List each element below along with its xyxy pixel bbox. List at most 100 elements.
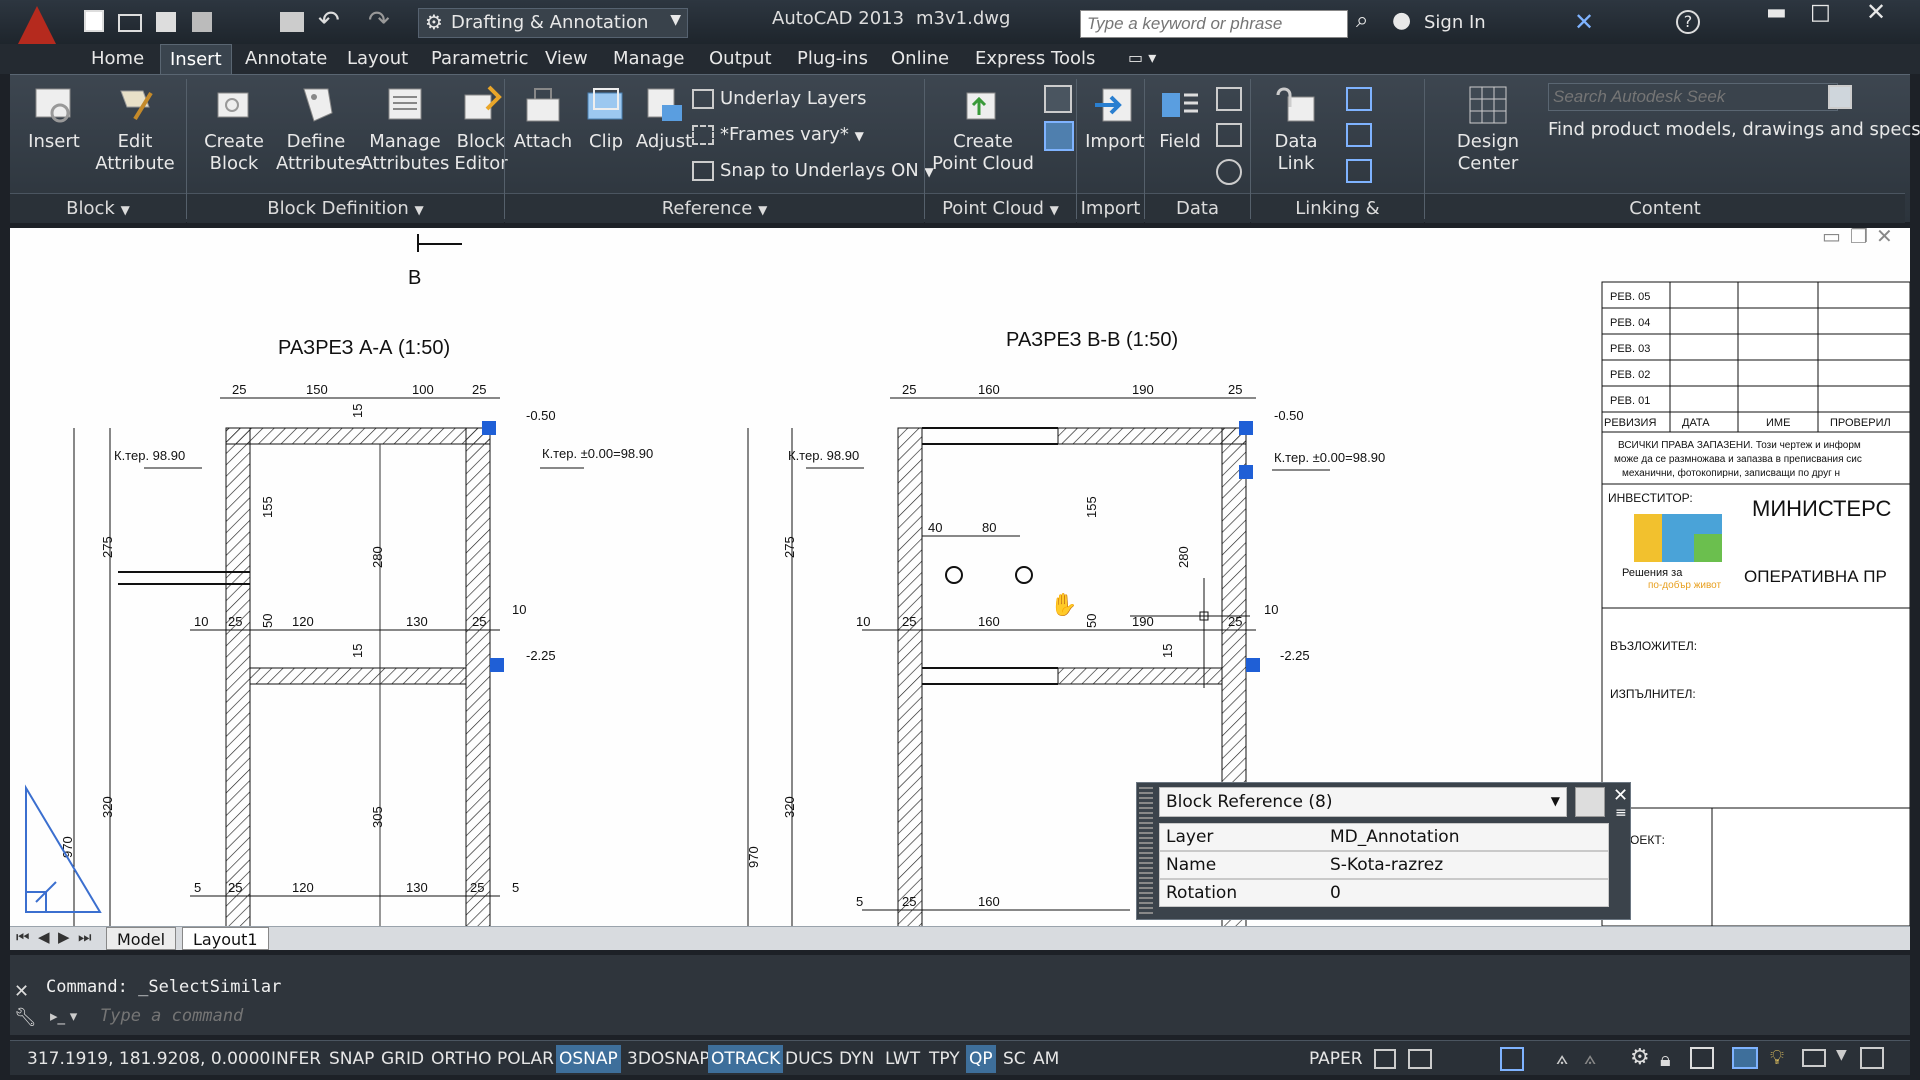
lightbulb-icon[interactable]: 💡︎ <box>1770 1045 1784 1069</box>
annotation-visibility-icon[interactable]: ⟑ <box>1584 1045 1596 1069</box>
panel-block-definition-label[interactable]: Block Definition ▼ <box>187 193 504 223</box>
tab-model[interactable]: Model <box>106 927 177 950</box>
import-button[interactable]: Import <box>1078 83 1152 153</box>
tab-layout1[interactable]: Layout1 <box>182 927 269 950</box>
undo-icon[interactable]: ↶ <box>318 6 340 36</box>
tab-annotate[interactable]: Annotate <box>236 44 336 74</box>
prop-row-name[interactable]: Name S-Kota-razrez <box>1159 851 1609 879</box>
grip-handle[interactable] <box>1239 465 1253 479</box>
toggle-grid[interactable]: GRID <box>378 1045 427 1073</box>
field-button[interactable]: Field <box>1150 83 1210 153</box>
hyperlink-icon[interactable] <box>1216 159 1242 185</box>
toggle-otrack[interactable]: OTRACK <box>708 1045 784 1073</box>
last-tab-icon[interactable]: ⏭ <box>78 928 92 946</box>
command-close-icon[interactable]: ✕ <box>14 981 29 1002</box>
upload-to-source-icon[interactable] <box>1346 87 1372 111</box>
first-tab-icon[interactable]: ⏮ <box>16 928 30 946</box>
open-icon[interactable] <box>118 14 142 32</box>
folder-icon[interactable] <box>1802 1049 1826 1067</box>
toggle-ducs[interactable]: DUCS <box>782 1045 836 1073</box>
tab-express-tools[interactable]: Express Tools <box>966 44 1104 74</box>
attach-button[interactable]: Attach <box>508 83 578 153</box>
prop-row-layer[interactable]: Layer MD_Annotation <box>1159 823 1609 851</box>
viewport-close-icon[interactable]: ✕ <box>1876 228 1893 248</box>
grip-handle[interactable] <box>490 658 504 672</box>
toggle-osnap[interactable]: OSNAP <box>556 1045 621 1073</box>
block-editor-button[interactable]: Block Editor <box>446 83 516 175</box>
point-cloud-active-icon[interactable] <box>1044 121 1074 151</box>
snap-underlays-dropdown[interactable]: Snap to Underlays ON ▼ <box>692 157 934 185</box>
next-tab-icon[interactable]: ▶ <box>58 928 70 946</box>
status-menu-icon[interactable]: ▼ <box>1836 1047 1847 1063</box>
ribbon-options-icon[interactable]: ▭ ▾ <box>1128 48 1156 67</box>
isolate-objects-icon[interactable] <box>1732 1047 1758 1069</box>
insert-button[interactable]: Insert <box>14 83 94 153</box>
toggle-3dosnap[interactable]: 3DOSNAP <box>624 1045 713 1073</box>
toggle-snap[interactable]: SNAP <box>326 1045 377 1073</box>
tab-layout[interactable]: Layout <box>338 44 417 74</box>
coordinates-display[interactable]: 317.1919, 181.9208, 0.0000 <box>24 1045 273 1073</box>
toggle-lwt[interactable]: LWT <box>882 1045 923 1073</box>
prop-row-rotation[interactable]: Rotation 0 <box>1159 879 1609 907</box>
close-icon[interactable]: ✕ <box>1866 0 1886 26</box>
quick-view-layouts-icon[interactable] <box>1374 1049 1396 1069</box>
tab-parametric[interactable]: Parametric <box>422 44 537 74</box>
clean-screen-icon[interactable] <box>1860 1047 1884 1069</box>
grip-handle[interactable] <box>1246 658 1260 672</box>
annotation-scale-icon[interactable]: ⟑ <box>1556 1045 1568 1069</box>
grip-handle[interactable] <box>1239 421 1253 435</box>
sign-in-button[interactable]: Sign In <box>1424 12 1486 33</box>
maximize-icon[interactable]: □ <box>1810 0 1831 25</box>
save-icon[interactable] <box>156 12 176 32</box>
save-as-icon[interactable] <box>192 12 212 32</box>
tab-manage[interactable]: Manage <box>604 44 694 74</box>
command-input[interactable] <box>100 1003 1890 1029</box>
tab-online[interactable]: Online <box>882 44 958 74</box>
plot-icon[interactable] <box>280 12 304 32</box>
point-cloud-attach-icon[interactable] <box>1044 85 1072 113</box>
toggle-qp[interactable]: QP <box>966 1045 996 1073</box>
create-block-button[interactable]: Create Block <box>194 83 274 175</box>
exchange-icon[interactable]: ✕ <box>1574 8 1594 36</box>
underlay-layers-button[interactable]: Underlay Layers <box>692 85 866 113</box>
binoculars-icon[interactable]: ⌕ <box>1356 8 1368 33</box>
panel-block-label[interactable]: Block ▼ <box>10 193 186 223</box>
workspace-dropdown[interactable]: ⚙ Drafting & Annotation ▼ <box>418 8 688 38</box>
toggle-tpy[interactable]: TPY <box>926 1045 963 1073</box>
create-point-cloud-button[interactable]: Create Point Cloud <box>928 83 1038 175</box>
edit-attribute-button[interactable]: Edit Attribute <box>90 83 180 175</box>
toggle-polar[interactable]: POLAR <box>494 1045 557 1073</box>
minimize-icon[interactable]: ▬ <box>1766 0 1787 25</box>
panel-reference-label[interactable]: Reference ▼ <box>505 193 924 223</box>
lock-icon[interactable]: 🔒︎ <box>1660 1047 1671 1071</box>
quick-view-drawings-icon[interactable] <box>1408 1049 1432 1069</box>
search-input[interactable] <box>1080 10 1348 38</box>
panel-menu-icon[interactable]: ≡ <box>1615 805 1627 821</box>
extract-data-icon[interactable] <box>1346 159 1372 183</box>
panel-point-cloud-label[interactable]: Point Cloud ▼ <box>925 193 1076 223</box>
adjust-button[interactable]: Adjust <box>632 83 696 153</box>
toggle-dyn[interactable]: DYN <box>836 1045 877 1073</box>
command-customize-icon[interactable]: 🔧︎ <box>14 1007 37 1028</box>
download-from-source-icon[interactable] <box>1346 123 1372 147</box>
update-fields-icon[interactable] <box>1216 87 1242 111</box>
drag-grip-icon[interactable] <box>1139 787 1153 917</box>
redo-icon[interactable]: ↷ <box>368 6 390 36</box>
viewport-restore-icon[interactable]: ❐ <box>1850 228 1868 248</box>
properties-settings-icon[interactable] <box>1575 787 1605 817</box>
maximize-viewport-icon[interactable] <box>1500 1047 1524 1071</box>
manage-attributes-button[interactable]: Manage Attributes <box>360 83 450 175</box>
viewport-minimize-icon[interactable]: ▭ <box>1822 228 1841 248</box>
define-attributes-button[interactable]: Define Attributes <box>276 83 365 175</box>
grip-handle[interactable] <box>482 421 496 435</box>
help-icon[interactable]: ? <box>1676 10 1700 34</box>
toggle-ortho[interactable]: ORTHO <box>428 1045 495 1073</box>
workspace-switching-icon[interactable]: ⚙ <box>1630 1045 1650 1070</box>
toggle-infer[interactable]: INFER <box>268 1045 324 1073</box>
tab-output[interactable]: Output <box>700 44 781 74</box>
new-icon[interactable] <box>84 10 104 32</box>
ole-object-icon[interactable] <box>1216 123 1242 147</box>
tab-view[interactable]: View <box>536 44 597 74</box>
tab-plugins[interactable]: Plug-ins <box>788 44 877 74</box>
clip-button[interactable]: Clip <box>576 83 636 153</box>
